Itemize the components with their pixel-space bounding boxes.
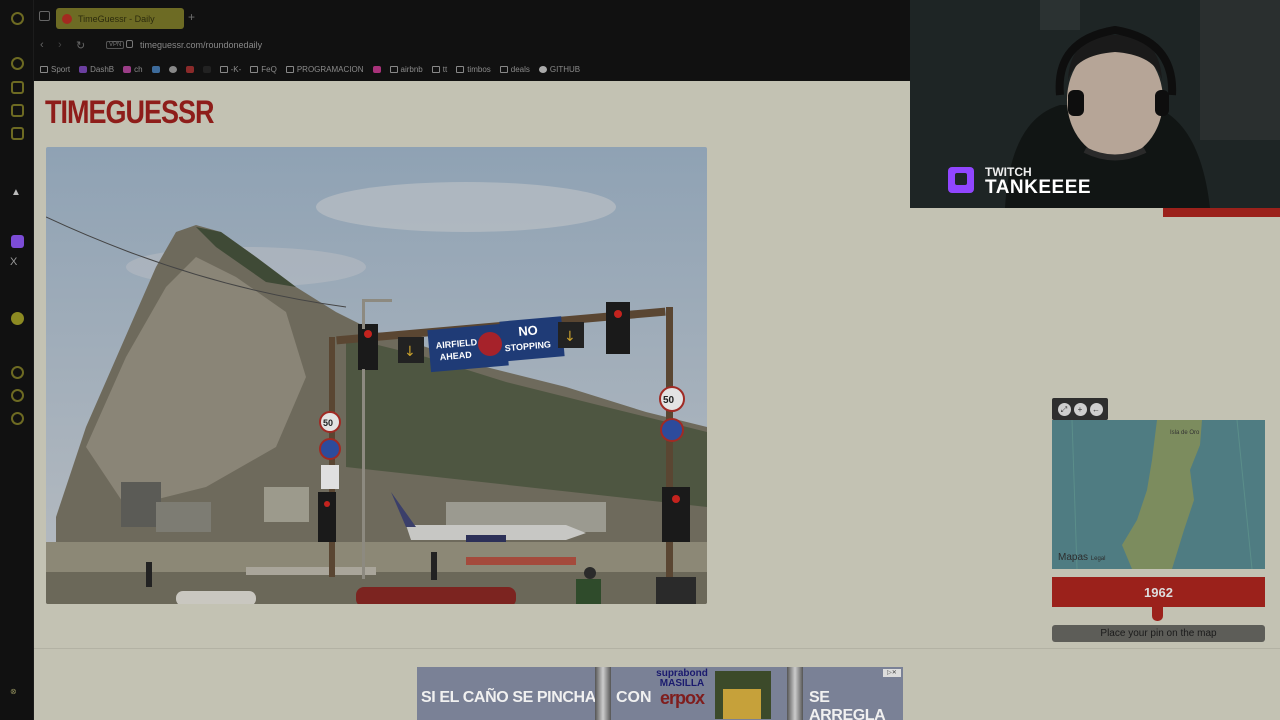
ad-pipe-image: [595, 667, 611, 720]
bookmark-deals[interactable]: deals: [499, 65, 530, 74]
speed-sign-right: 50: [663, 395, 675, 406]
ad-text-left: SI EL CAÑO SE PINCHA: [421, 689, 596, 706]
bookmark-instagram[interactable]: [372, 65, 381, 73]
bookmark-feq[interactable]: FeQ: [250, 65, 277, 74]
webcam-overlay: TWITCH TANKEEEE: [910, 0, 1280, 208]
bookmark-k[interactable]: -K-: [219, 65, 241, 74]
mail-icon[interactable]: [11, 127, 24, 140]
sign-no: NO: [518, 322, 539, 339]
round-photo[interactable]: AIRFIELD AHEAD NO STOPPING ↓ ↓ 50 50: [46, 147, 707, 604]
bookmark-tt[interactable]: tt: [431, 65, 447, 74]
workspace-icon[interactable]: [39, 11, 50, 21]
map-zoom-icon[interactable]: +: [1073, 402, 1087, 416]
bookmark-favicon-icon: [151, 65, 160, 73]
timeguessr-logo[interactable]: TIMEGUESSR: [45, 88, 215, 136]
back-arrow-icon[interactable]: ‹: [40, 39, 44, 51]
tab-bar: TimeGuessr - Daily +: [34, 0, 910, 35]
bookmark-github[interactable]: GITHUB: [538, 65, 580, 74]
tab-title: TimeGuessr - Daily: [78, 13, 155, 24]
map-toolbar: ⤢ + ←: [1052, 398, 1108, 420]
year-slider-thumb[interactable]: [1152, 607, 1163, 621]
dashb-favicon-icon: [79, 65, 88, 73]
folder-icon: [499, 65, 508, 73]
svg-text:↓: ↓: [564, 329, 576, 345]
year-display: 1962: [1052, 577, 1265, 607]
extensions-icon[interactable]: [11, 389, 24, 402]
ad-text-right: SE ARREGLA: [809, 689, 886, 720]
music-icon[interactable]: [11, 312, 24, 325]
url-field[interactable]: timeguessr.com/roundonedaily: [140, 40, 262, 50]
folder-icon: [456, 65, 465, 73]
news-icon[interactable]: [11, 104, 24, 117]
ad-product-box: [723, 689, 761, 719]
opera-logo-icon[interactable]: [11, 12, 24, 25]
bookmark-airbnb[interactable]: airbnb: [389, 65, 423, 74]
vpn-badge[interactable]: VPN: [106, 41, 125, 49]
bookmarks-bar: Sport DashB ch -K- FeQ PROGRAMACION airb…: [34, 57, 910, 81]
reload-icon[interactable]: ↻: [76, 39, 85, 52]
content-divider: [34, 648, 1280, 649]
instagram-icon: [372, 65, 381, 73]
stream-channel: TANKEEEE: [985, 177, 1092, 198]
bookmark-icon-d[interactable]: [202, 65, 211, 73]
ad-close-icon[interactable]: ▷✕: [883, 669, 901, 677]
bookmark-sport[interactable]: Sport: [40, 65, 70, 74]
folder-icon: [219, 65, 228, 73]
address-bar: ‹ › ↻ VPN timeguessr.com/roundonedaily: [34, 35, 910, 57]
guess-map[interactable]: Isla de Oro Mapas Legal: [1052, 420, 1265, 569]
folder-icon: [389, 65, 398, 73]
map-town-label: Isla de Oro: [1170, 430, 1200, 436]
reddit-favicon-icon: [168, 65, 177, 73]
folder-icon: [40, 65, 48, 73]
map-expand-icon[interactable]: ⤢: [1057, 402, 1071, 416]
folder-icon: [431, 65, 440, 73]
bookmark-favicon-icon: [185, 65, 194, 73]
twitch-sidebar-icon[interactable]: [11, 235, 24, 248]
bookmark-programacion[interactable]: PROGRAMACION: [285, 65, 364, 74]
ad-banner[interactable]: SI EL CAÑO SE PINCHA CON suprabond MASIL…: [417, 667, 903, 720]
twitch-logo-icon: [948, 167, 974, 193]
x-icon[interactable]: X: [10, 256, 17, 268]
bag-icon[interactable]: [11, 81, 24, 94]
svg-text:↓: ↓: [404, 344, 416, 360]
aria-icon[interactable]: ▲: [11, 182, 24, 198]
ad-pipe-image: [787, 667, 803, 720]
folder-icon: [250, 65, 259, 73]
new-tab-plus-icon[interactable]: +: [188, 10, 195, 24]
history-icon[interactable]: [11, 366, 24, 379]
tab-timeguessr[interactable]: TimeGuessr - Daily: [56, 8, 184, 29]
bookmark-favicon-icon: [202, 65, 211, 73]
forward-arrow-icon[interactable]: ›: [58, 39, 62, 51]
bookmark-icon-b[interactable]: [168, 65, 177, 73]
browser-sidebar: ▲ X ⊗: [0, 0, 34, 720]
lock-icon[interactable]: [126, 40, 133, 48]
ad-brand-logo: suprabond MASILLA erpox: [656, 668, 708, 708]
bookmark-icon-a[interactable]: [151, 65, 160, 73]
map-back-icon[interactable]: ←: [1089, 402, 1103, 416]
more-icon[interactable]: ⊗: [10, 687, 17, 696]
github-icon: [538, 65, 547, 73]
timeguessr-favicon-icon: [62, 13, 72, 24]
settings-gear-icon[interactable]: [11, 412, 24, 425]
bookmark-icon-c[interactable]: [185, 65, 194, 73]
header-red-button[interactable]: [1163, 207, 1280, 217]
folder-icon: [285, 65, 294, 73]
speed-sign-left: 50: [323, 418, 333, 428]
ad-text-mid: CON: [616, 689, 652, 706]
photo-svg: AIRFIELD AHEAD NO STOPPING ↓ ↓ 50 50: [46, 147, 707, 604]
refresh-sidebar-icon[interactable]: [11, 57, 24, 70]
screen: ▲ X ⊗ TimeGuessr - Daily + ‹ › ↻ VPN tim…: [0, 0, 1280, 720]
place-pin-button[interactable]: Place your pin on the map: [1052, 625, 1265, 642]
bookmark-ch[interactable]: ch: [123, 65, 143, 74]
bookmark-dashb[interactable]: DashB: [79, 65, 114, 74]
bookmark-timbos[interactable]: timbos: [456, 65, 491, 74]
map-credit: Mapas Legal: [1058, 552, 1106, 563]
map-svg: Isla de Oro: [1052, 420, 1265, 569]
ch-favicon-icon: [123, 65, 132, 73]
